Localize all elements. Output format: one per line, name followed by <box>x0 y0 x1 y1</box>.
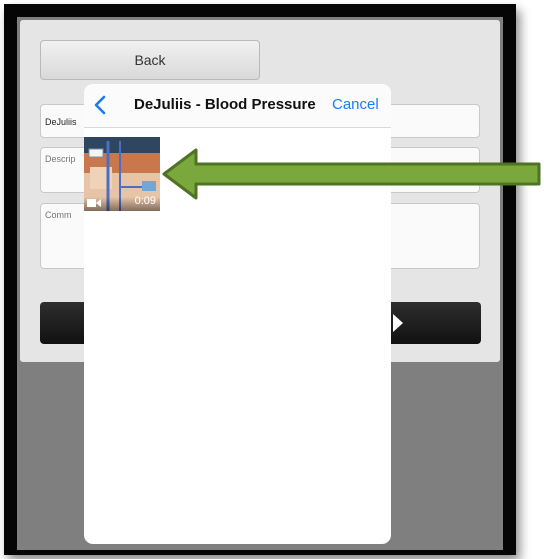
popover-header: DeJuliis - Blood Pressure Cancel <box>84 84 391 128</box>
description-placeholder: Descrip <box>45 154 76 164</box>
video-thumbnail[interactable]: 0:09 <box>84 137 160 211</box>
popover-arrow-indicator <box>393 314 403 332</box>
name-field-value: DeJuliis <box>45 117 77 127</box>
pointer-arrow-icon <box>162 148 541 200</box>
cancel-button[interactable]: Cancel <box>332 96 379 113</box>
chevron-left-icon[interactable] <box>92 95 110 115</box>
comment-placeholder: Comm <box>45 210 72 220</box>
back-button[interactable]: Back <box>40 40 260 80</box>
album-title: DeJuliis - Blood Pressure <box>134 96 316 113</box>
video-camera-icon <box>87 199 101 207</box>
back-button-label: Back <box>134 52 166 68</box>
video-duration: 0:09 <box>134 195 156 207</box>
